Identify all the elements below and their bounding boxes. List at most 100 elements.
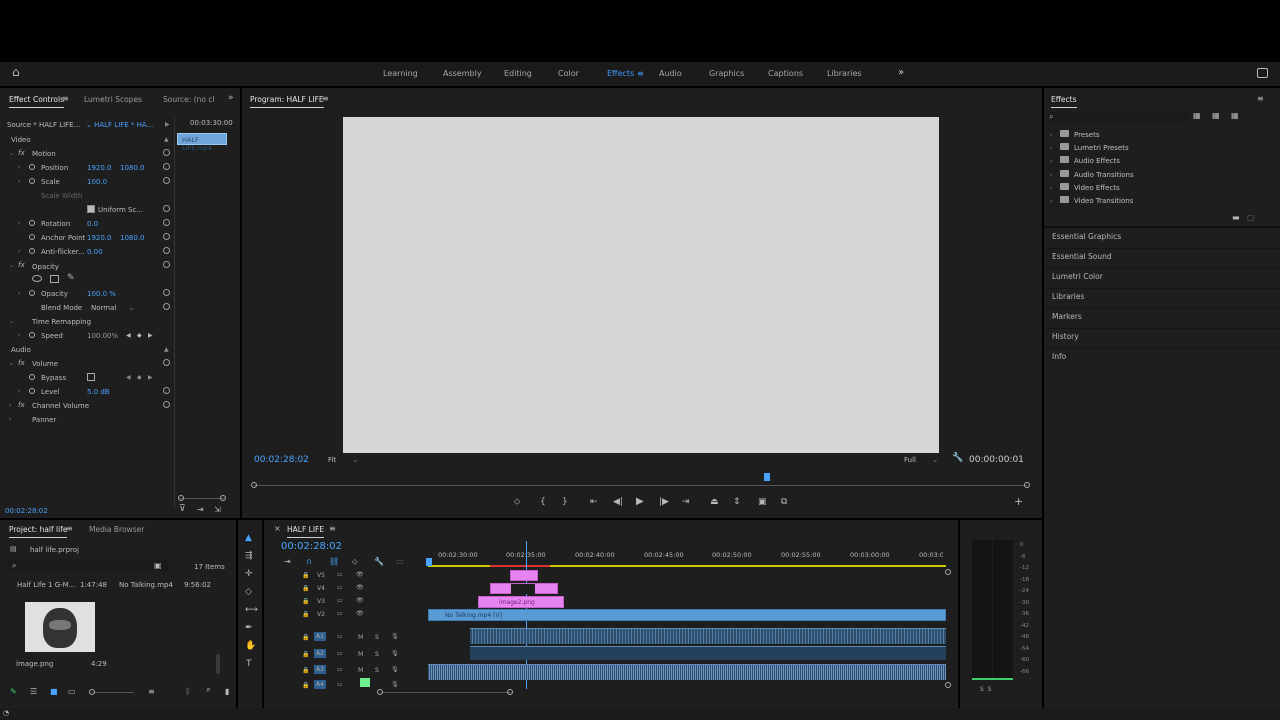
- yuv-effects-icon[interactable]: ▦: [1231, 111, 1239, 120]
- new-bin-icon[interactable]: ▮: [225, 687, 229, 696]
- snap-icon[interactable]: ∩: [306, 557, 312, 566]
- freeform-view-icon[interactable]: ▭: [68, 687, 76, 696]
- lock-icon[interactable]: 🔒: [302, 634, 309, 641]
- timeline-settings-icon[interactable]: 🔧: [374, 557, 384, 566]
- solo-icon[interactable]: S: [375, 634, 379, 641]
- tab-editing[interactable]: Editing: [504, 69, 532, 78]
- stopwatch-icon[interactable]: [29, 164, 35, 170]
- filter-icon[interactable]: ⊽: [179, 505, 186, 514]
- eye-icon[interactable]: 👁: [356, 597, 364, 604]
- automate-icon[interactable]: ⫼: [186, 687, 190, 696]
- program-scrub-bar[interactable]: [254, 485, 1027, 486]
- scroll-handle-right[interactable]: [220, 495, 226, 501]
- position-x-value[interactable]: 1920.0: [87, 164, 112, 172]
- anchor-x-value[interactable]: 1920.0: [87, 234, 112, 242]
- home-icon[interactable]: ⌂: [12, 66, 20, 78]
- timeline-scrollbar[interactable]: [381, 692, 511, 693]
- track-name[interactable]: V4: [317, 585, 325, 592]
- zoom-slider-handle[interactable]: [89, 689, 95, 695]
- captions-icon[interactable]: ▭: [396, 557, 404, 566]
- image-name[interactable]: image.png: [16, 660, 53, 668]
- reset-icon[interactable]: [163, 149, 170, 156]
- zoom-handle[interactable]: [945, 569, 951, 575]
- project-item-name[interactable]: No Talking.mp4: [119, 581, 173, 589]
- scroll-handle-right[interactable]: [507, 689, 513, 695]
- tab-media-browser[interactable]: Media Browser: [89, 525, 144, 534]
- next-keyframe-icon[interactable]: ▶: [148, 374, 153, 381]
- panel-essential-sound[interactable]: Essential Sound: [1052, 252, 1112, 261]
- clip-v3-image2[interactable]: image2.png: [478, 596, 564, 608]
- step-back-icon[interactable]: ◀|: [613, 498, 623, 507]
- opacity-value[interactable]: 100.0 %: [87, 290, 116, 298]
- solo-icon[interactable]: S: [375, 667, 379, 674]
- panel-menu-icon[interactable]: ≡: [62, 94, 69, 103]
- reset-icon[interactable]: [163, 177, 170, 184]
- sync-lock-icon[interactable]: ▭: [337, 610, 343, 617]
- expand-icon[interactable]: ⌄: [9, 262, 14, 269]
- microphone-icon[interactable]: 🎙: [391, 681, 399, 688]
- tab-learning[interactable]: Learning: [383, 69, 418, 78]
- go-to-in-icon[interactable]: ⇤: [590, 498, 598, 507]
- panel-essential-graphics[interactable]: Essential Graphics: [1052, 232, 1121, 241]
- sync-lock-icon[interactable]: ▭: [337, 633, 343, 640]
- anti-flicker-value[interactable]: 0.00: [87, 248, 103, 256]
- zoom-slider[interactable]: [92, 692, 134, 693]
- audio-clip-a2[interactable]: [470, 646, 946, 660]
- stopwatch-icon[interactable]: [29, 248, 35, 254]
- scroll-handle-left[interactable]: [251, 482, 257, 488]
- ec-timecode-bottom[interactable]: 00:02:28:02: [5, 507, 48, 515]
- panel-markers[interactable]: Markers: [1052, 312, 1082, 321]
- tab-effects[interactable]: Effects: [607, 69, 634, 78]
- reset-icon[interactable]: [163, 205, 170, 212]
- anchor-y-value[interactable]: 1080.0: [120, 234, 145, 242]
- tab-project[interactable]: Project: half life: [9, 525, 68, 538]
- project-item-name[interactable]: Half Life 1 G-M...: [17, 581, 75, 589]
- panel-menu-icon[interactable]: ≡: [322, 94, 329, 103]
- tab-audio[interactable]: Audio: [659, 69, 682, 78]
- expand-icon[interactable]: ›: [18, 164, 20, 171]
- reset-icon[interactable]: [163, 233, 170, 240]
- sync-lock-icon[interactable]: ▭: [337, 681, 343, 688]
- reset-icon[interactable]: [163, 387, 170, 394]
- tab-program[interactable]: Program: HALF LIFE: [250, 95, 324, 108]
- stopwatch-icon[interactable]: [29, 220, 35, 226]
- icon-view-icon[interactable]: ■: [50, 687, 58, 696]
- level-value[interactable]: 5.0 dB: [87, 388, 110, 396]
- mute-icon[interactable]: M: [358, 634, 363, 641]
- program-playhead[interactable]: [764, 473, 770, 481]
- reset-icon[interactable]: [163, 163, 170, 170]
- export-icon[interactable]: ⇲: [214, 505, 221, 514]
- chevron-up-icon[interactable]: ▲: [164, 346, 169, 353]
- prev-keyframe-icon[interactable]: ◀: [126, 374, 131, 381]
- effects-item-video-effects[interactable]: Video Effects: [1074, 184, 1120, 192]
- add-marker-icon[interactable]: ⬦: [514, 498, 520, 507]
- tab-lumetri-scopes[interactable]: Lumetri Scopes: [84, 95, 142, 104]
- bypass-checkbox[interactable]: [87, 373, 95, 381]
- new-search-bin-icon[interactable]: ▣: [154, 561, 162, 570]
- stopwatch-icon[interactable]: [29, 374, 35, 380]
- mute-icon[interactable]: M: [358, 651, 363, 658]
- mark-out-icon[interactable]: }: [562, 498, 568, 507]
- hand-tool-icon[interactable]: ✋: [245, 642, 256, 651]
- find-icon[interactable]: ⌕: [206, 686, 211, 695]
- sync-lock-icon[interactable]: ▭: [337, 584, 343, 591]
- reset-icon[interactable]: [163, 219, 170, 226]
- timeline-timecode[interactable]: 00:02:28:02: [281, 541, 342, 552]
- more-workspaces-icon[interactable]: »: [898, 67, 904, 78]
- expand-icon[interactable]: ›: [1050, 158, 1052, 165]
- expand-icon[interactable]: ›: [18, 290, 20, 297]
- blend-mode-select[interactable]: Normal ⌄: [91, 304, 134, 312]
- tab-libraries[interactable]: Libraries: [827, 69, 862, 78]
- expand-icon[interactable]: ›: [1050, 198, 1052, 205]
- sync-lock-icon[interactable]: ▭: [337, 650, 343, 657]
- expand-icon[interactable]: ⌄: [9, 318, 14, 325]
- eye-icon[interactable]: 👁: [356, 571, 364, 578]
- panel-history[interactable]: History: [1052, 332, 1079, 341]
- scale-value[interactable]: 100.0: [87, 178, 107, 186]
- effects-search-input[interactable]: [1048, 112, 1188, 123]
- new-bin-icon[interactable]: ▬: [1232, 213, 1240, 222]
- image-thumbnail[interactable]: [25, 602, 95, 652]
- track-name[interactable]: V5: [317, 572, 325, 579]
- lock-icon[interactable]: 🔒: [302, 572, 309, 579]
- video-frame[interactable]: [343, 117, 939, 453]
